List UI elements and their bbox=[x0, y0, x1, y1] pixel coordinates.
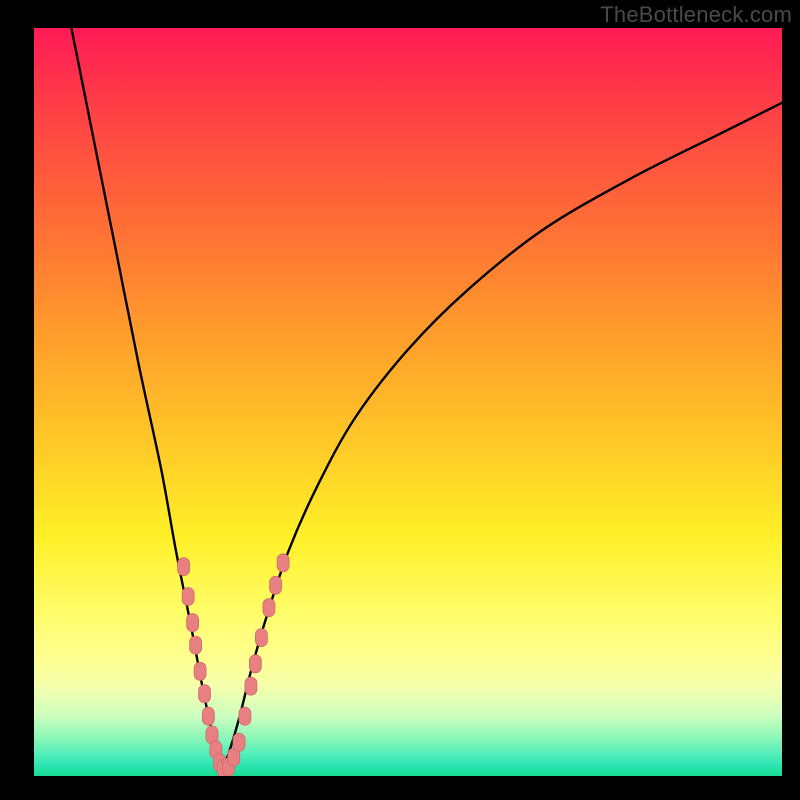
sample-point bbox=[199, 685, 211, 703]
sample-point bbox=[270, 576, 282, 594]
sample-point bbox=[190, 636, 202, 654]
sample-point bbox=[182, 588, 194, 606]
sample-point bbox=[202, 707, 214, 725]
sample-point bbox=[245, 677, 257, 695]
sample-point bbox=[194, 662, 206, 680]
sample-point bbox=[277, 554, 289, 572]
sample-point bbox=[239, 707, 251, 725]
sample-points-layer bbox=[34, 28, 782, 776]
sample-point bbox=[249, 655, 261, 673]
sample-point bbox=[255, 629, 267, 647]
sample-point bbox=[178, 558, 190, 576]
watermark-text: TheBottleneck.com bbox=[600, 2, 792, 28]
plot-area bbox=[34, 28, 782, 776]
sample-point bbox=[263, 599, 275, 617]
chart-frame: TheBottleneck.com bbox=[0, 0, 800, 800]
sample-point bbox=[233, 733, 245, 751]
sample-point bbox=[187, 614, 199, 632]
